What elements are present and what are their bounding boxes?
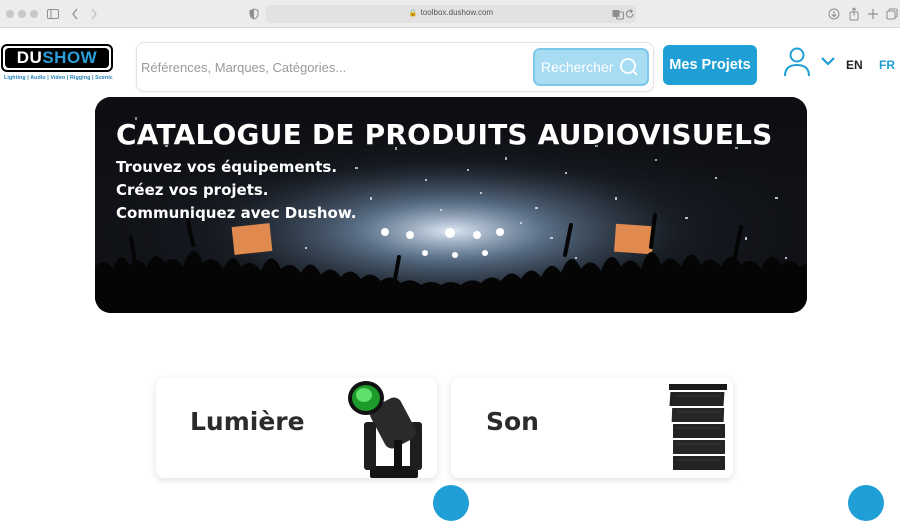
search-input[interactable] — [141, 53, 521, 81]
minimize-window-button[interactable] — [18, 10, 26, 18]
banner-tagline-3: Communiquez avec Dushow. — [116, 204, 357, 222]
line-array-speaker-icon — [669, 384, 727, 470]
category-label: Lumière — [190, 407, 305, 436]
chat-bubble-button[interactable] — [848, 485, 884, 521]
logo-tagline: Lighting | Audio | Video | Rigging | Sce… — [4, 75, 113, 81]
chevron-down-icon[interactable] — [820, 55, 836, 67]
search-button[interactable]: Rechercher — [533, 48, 649, 86]
share-icon[interactable] — [848, 6, 860, 22]
moving-head-light-icon — [348, 381, 422, 478]
banner-tagline-1: Trouvez vos équipements. — [116, 158, 338, 176]
dushow-logo[interactable]: DUSHOW — [1, 44, 113, 72]
hero-banner: CATALOGUE DE PRODUITS AUDIOVISUELS Trouv… — [95, 97, 807, 313]
category-label: Son — [486, 407, 539, 436]
language-en[interactable]: EN — [846, 58, 863, 72]
shield-icon[interactable] — [249, 6, 259, 22]
download-icon[interactable] — [828, 6, 840, 22]
scroll-indicator-left — [433, 485, 469, 521]
logo-show: SHOW — [42, 48, 98, 67]
banner-tagline-2: Créez vos projets. — [116, 181, 269, 199]
lock-icon: 🔒 — [408, 10, 418, 17]
category-card-lumiere[interactable]: Lumière — [156, 378, 437, 478]
my-projects-button[interactable]: Mes Projets — [663, 45, 757, 85]
back-icon[interactable] — [71, 6, 79, 22]
zoom-window-button[interactable] — [30, 10, 38, 18]
user-icon[interactable] — [782, 46, 812, 78]
browser-toolbar: 🔒 toolbox.dushow.com — [0, 0, 900, 28]
close-window-button[interactable] — [6, 10, 14, 18]
logo-du: DU — [16, 48, 43, 67]
tabs-icon[interactable] — [886, 6, 898, 22]
address-bar[interactable]: 🔒 toolbox.dushow.com — [266, 5, 636, 23]
url-text: toolbox.dushow.com — [420, 8, 494, 17]
forward-icon[interactable] — [90, 6, 98, 22]
search-bar: Rechercher — [136, 42, 654, 92]
banner-title: CATALOGUE DE PRODUITS AUDIOVISUELS — [116, 118, 773, 151]
logo-wordmark: DUSHOW — [17, 48, 97, 67]
category-card-son[interactable]: Son — [451, 378, 733, 478]
sidebar-icon[interactable] — [47, 6, 59, 22]
new-tab-icon[interactable] — [867, 6, 879, 22]
reload-icon[interactable] — [625, 6, 635, 22]
translate-icon[interactable] — [612, 6, 624, 22]
language-fr[interactable]: FR — [879, 58, 895, 72]
logo-frame: DUSHOW — [5, 48, 109, 68]
search-icon — [620, 58, 638, 76]
search-button-label: Rechercher — [541, 59, 614, 75]
